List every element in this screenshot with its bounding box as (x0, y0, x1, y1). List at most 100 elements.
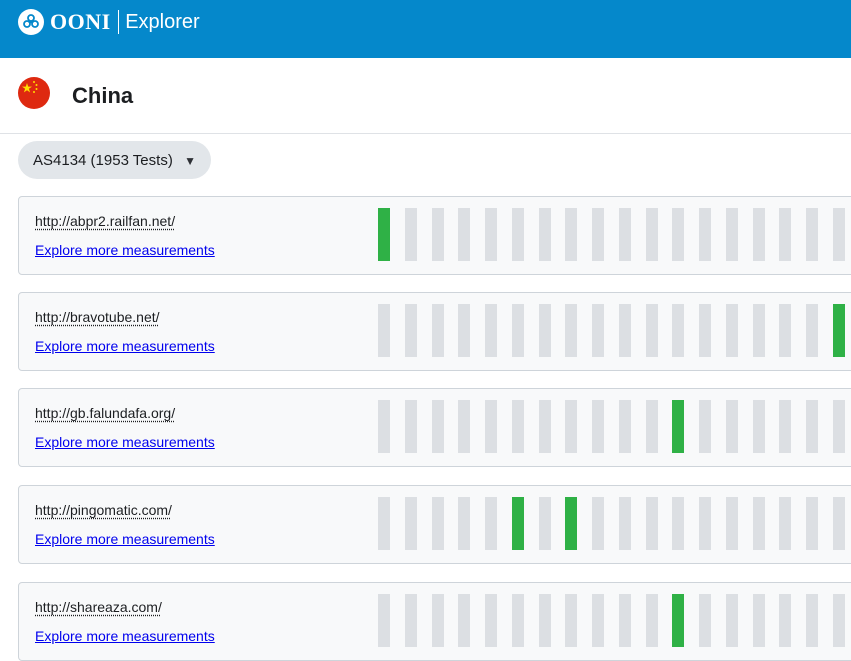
measurement-bar-empty (512, 400, 524, 453)
measurement-bar-empty (405, 400, 417, 453)
measurement-bar-empty (806, 497, 818, 550)
measurement-bar-empty (539, 208, 551, 261)
measurement-bar-empty (726, 208, 738, 261)
measurement-bar-empty (672, 208, 684, 261)
measurement-bar-empty (512, 594, 524, 647)
measurement-bar-empty (699, 497, 711, 550)
measurement-bar-empty (699, 304, 711, 357)
measurement-bar-empty (432, 304, 444, 357)
measurement-bar-ok[interactable] (833, 304, 845, 357)
measurement-url[interactable]: http://abpr2.railfan.net/ (35, 213, 175, 229)
product-name: Explorer (125, 10, 200, 33)
measurement-bar-empty (726, 400, 738, 453)
measurement-bar-empty (779, 497, 791, 550)
measurement-bar-empty (592, 400, 604, 453)
measurement-card: http://bravotube.net/Explore more measur… (18, 292, 851, 371)
measurement-bar-empty (806, 304, 818, 357)
measurement-bar-empty (458, 594, 470, 647)
measurement-bar-empty (432, 594, 444, 647)
measurement-bar-empty (565, 208, 577, 261)
measurement-bar-empty (619, 400, 631, 453)
network-selector[interactable]: AS4134 (1953 Tests) ▼ (18, 141, 211, 179)
measurement-bar-empty (833, 594, 845, 647)
measurement-bar-empty (485, 594, 497, 647)
measurement-bar-empty (405, 304, 417, 357)
measurement-bar-empty (565, 400, 577, 453)
measurement-bar-empty (405, 594, 417, 647)
measurement-bar-empty (512, 304, 524, 357)
explore-more-link[interactable]: Explore more measurements (35, 338, 215, 354)
country-title: China (72, 83, 134, 108)
measurement-bar-empty (726, 304, 738, 357)
measurement-bar-empty (432, 208, 444, 261)
explore-more-link[interactable]: Explore more measurements (35, 628, 215, 644)
measurement-bar-empty (646, 594, 658, 647)
measurement-bar-empty (619, 594, 631, 647)
triangle-down-icon: ▼ (184, 154, 196, 168)
measurement-bar-empty (833, 208, 845, 261)
measurement-bar-empty (806, 594, 818, 647)
measurement-bar-empty (779, 304, 791, 357)
measurement-bar-empty (646, 400, 658, 453)
measurement-bar-empty (619, 497, 631, 550)
explore-more-link[interactable]: Explore more measurements (35, 434, 215, 450)
measurement-bar-empty (753, 208, 765, 261)
measurement-bar-empty (833, 497, 845, 550)
ooni-explorer-logo[interactable]: OONI Explorer (18, 8, 200, 36)
measurement-bar-empty (458, 400, 470, 453)
measurement-bar-empty (539, 594, 551, 647)
measurement-bar-empty (485, 400, 497, 453)
measurement-url[interactable]: http://shareaza.com/ (35, 599, 162, 615)
measurement-bar-empty (753, 400, 765, 453)
measurement-bar-empty (485, 497, 497, 550)
measurement-bar-empty (565, 594, 577, 647)
measurement-bar-empty (672, 304, 684, 357)
measurement-bar-empty (806, 208, 818, 261)
measurement-card: http://pingomatic.com/Explore more measu… (18, 485, 851, 564)
measurement-bar-empty (565, 304, 577, 357)
measurement-bar-empty (458, 497, 470, 550)
measurement-bar-empty (432, 497, 444, 550)
measurement-bar-empty (806, 400, 818, 453)
measurement-bar-ok[interactable] (512, 497, 524, 550)
measurement-url[interactable]: http://pingomatic.com/ (35, 502, 172, 518)
measurement-card: http://abpr2.railfan.net/Explore more me… (18, 196, 851, 275)
measurement-bar-empty (592, 208, 604, 261)
measurement-bar-empty (378, 497, 390, 550)
network-selector-value: AS4134 (1953 Tests) (33, 151, 173, 169)
ooni-logo-icon (18, 9, 44, 35)
measurement-bar-empty (699, 594, 711, 647)
measurement-bar-empty (378, 400, 390, 453)
measurement-bar-empty (646, 208, 658, 261)
measurement-bar-empty (779, 594, 791, 647)
measurement-bar-empty (592, 594, 604, 647)
measurement-bar-empty (726, 594, 738, 647)
measurement-bar-empty (699, 208, 711, 261)
measurement-bar-empty (646, 497, 658, 550)
explore-more-link[interactable]: Explore more measurements (35, 531, 215, 547)
measurement-bar-empty (726, 497, 738, 550)
country-header: China (0, 58, 851, 134)
measurement-bar-empty (779, 208, 791, 261)
measurement-bar-empty (539, 400, 551, 453)
measurement-bar-ok[interactable] (565, 497, 577, 550)
measurement-bar-empty (485, 208, 497, 261)
brand-name: OONI (50, 9, 111, 34)
measurement-bar-empty (539, 304, 551, 357)
measurement-bar-ok[interactable] (378, 208, 390, 261)
measurement-bar-empty (779, 400, 791, 453)
explore-more-link[interactable]: Explore more measurements (35, 242, 215, 258)
measurement-url[interactable]: http://gb.falundafa.org/ (35, 405, 175, 421)
measurement-bar-empty (485, 304, 497, 357)
measurement-card: http://shareaza.com/Explore more measure… (18, 582, 851, 661)
measurement-bar-empty (378, 594, 390, 647)
measurement-bar-empty (458, 208, 470, 261)
measurement-bar-empty (592, 497, 604, 550)
measurement-bar-ok[interactable] (672, 400, 684, 453)
measurement-url[interactable]: http://bravotube.net/ (35, 309, 160, 325)
measurement-bar-empty (646, 304, 658, 357)
measurement-card: http://gb.falundafa.org/Explore more mea… (18, 388, 851, 467)
measurement-bar-empty (458, 304, 470, 357)
measurement-bar-empty (592, 304, 604, 357)
measurement-bar-ok[interactable] (672, 594, 684, 647)
